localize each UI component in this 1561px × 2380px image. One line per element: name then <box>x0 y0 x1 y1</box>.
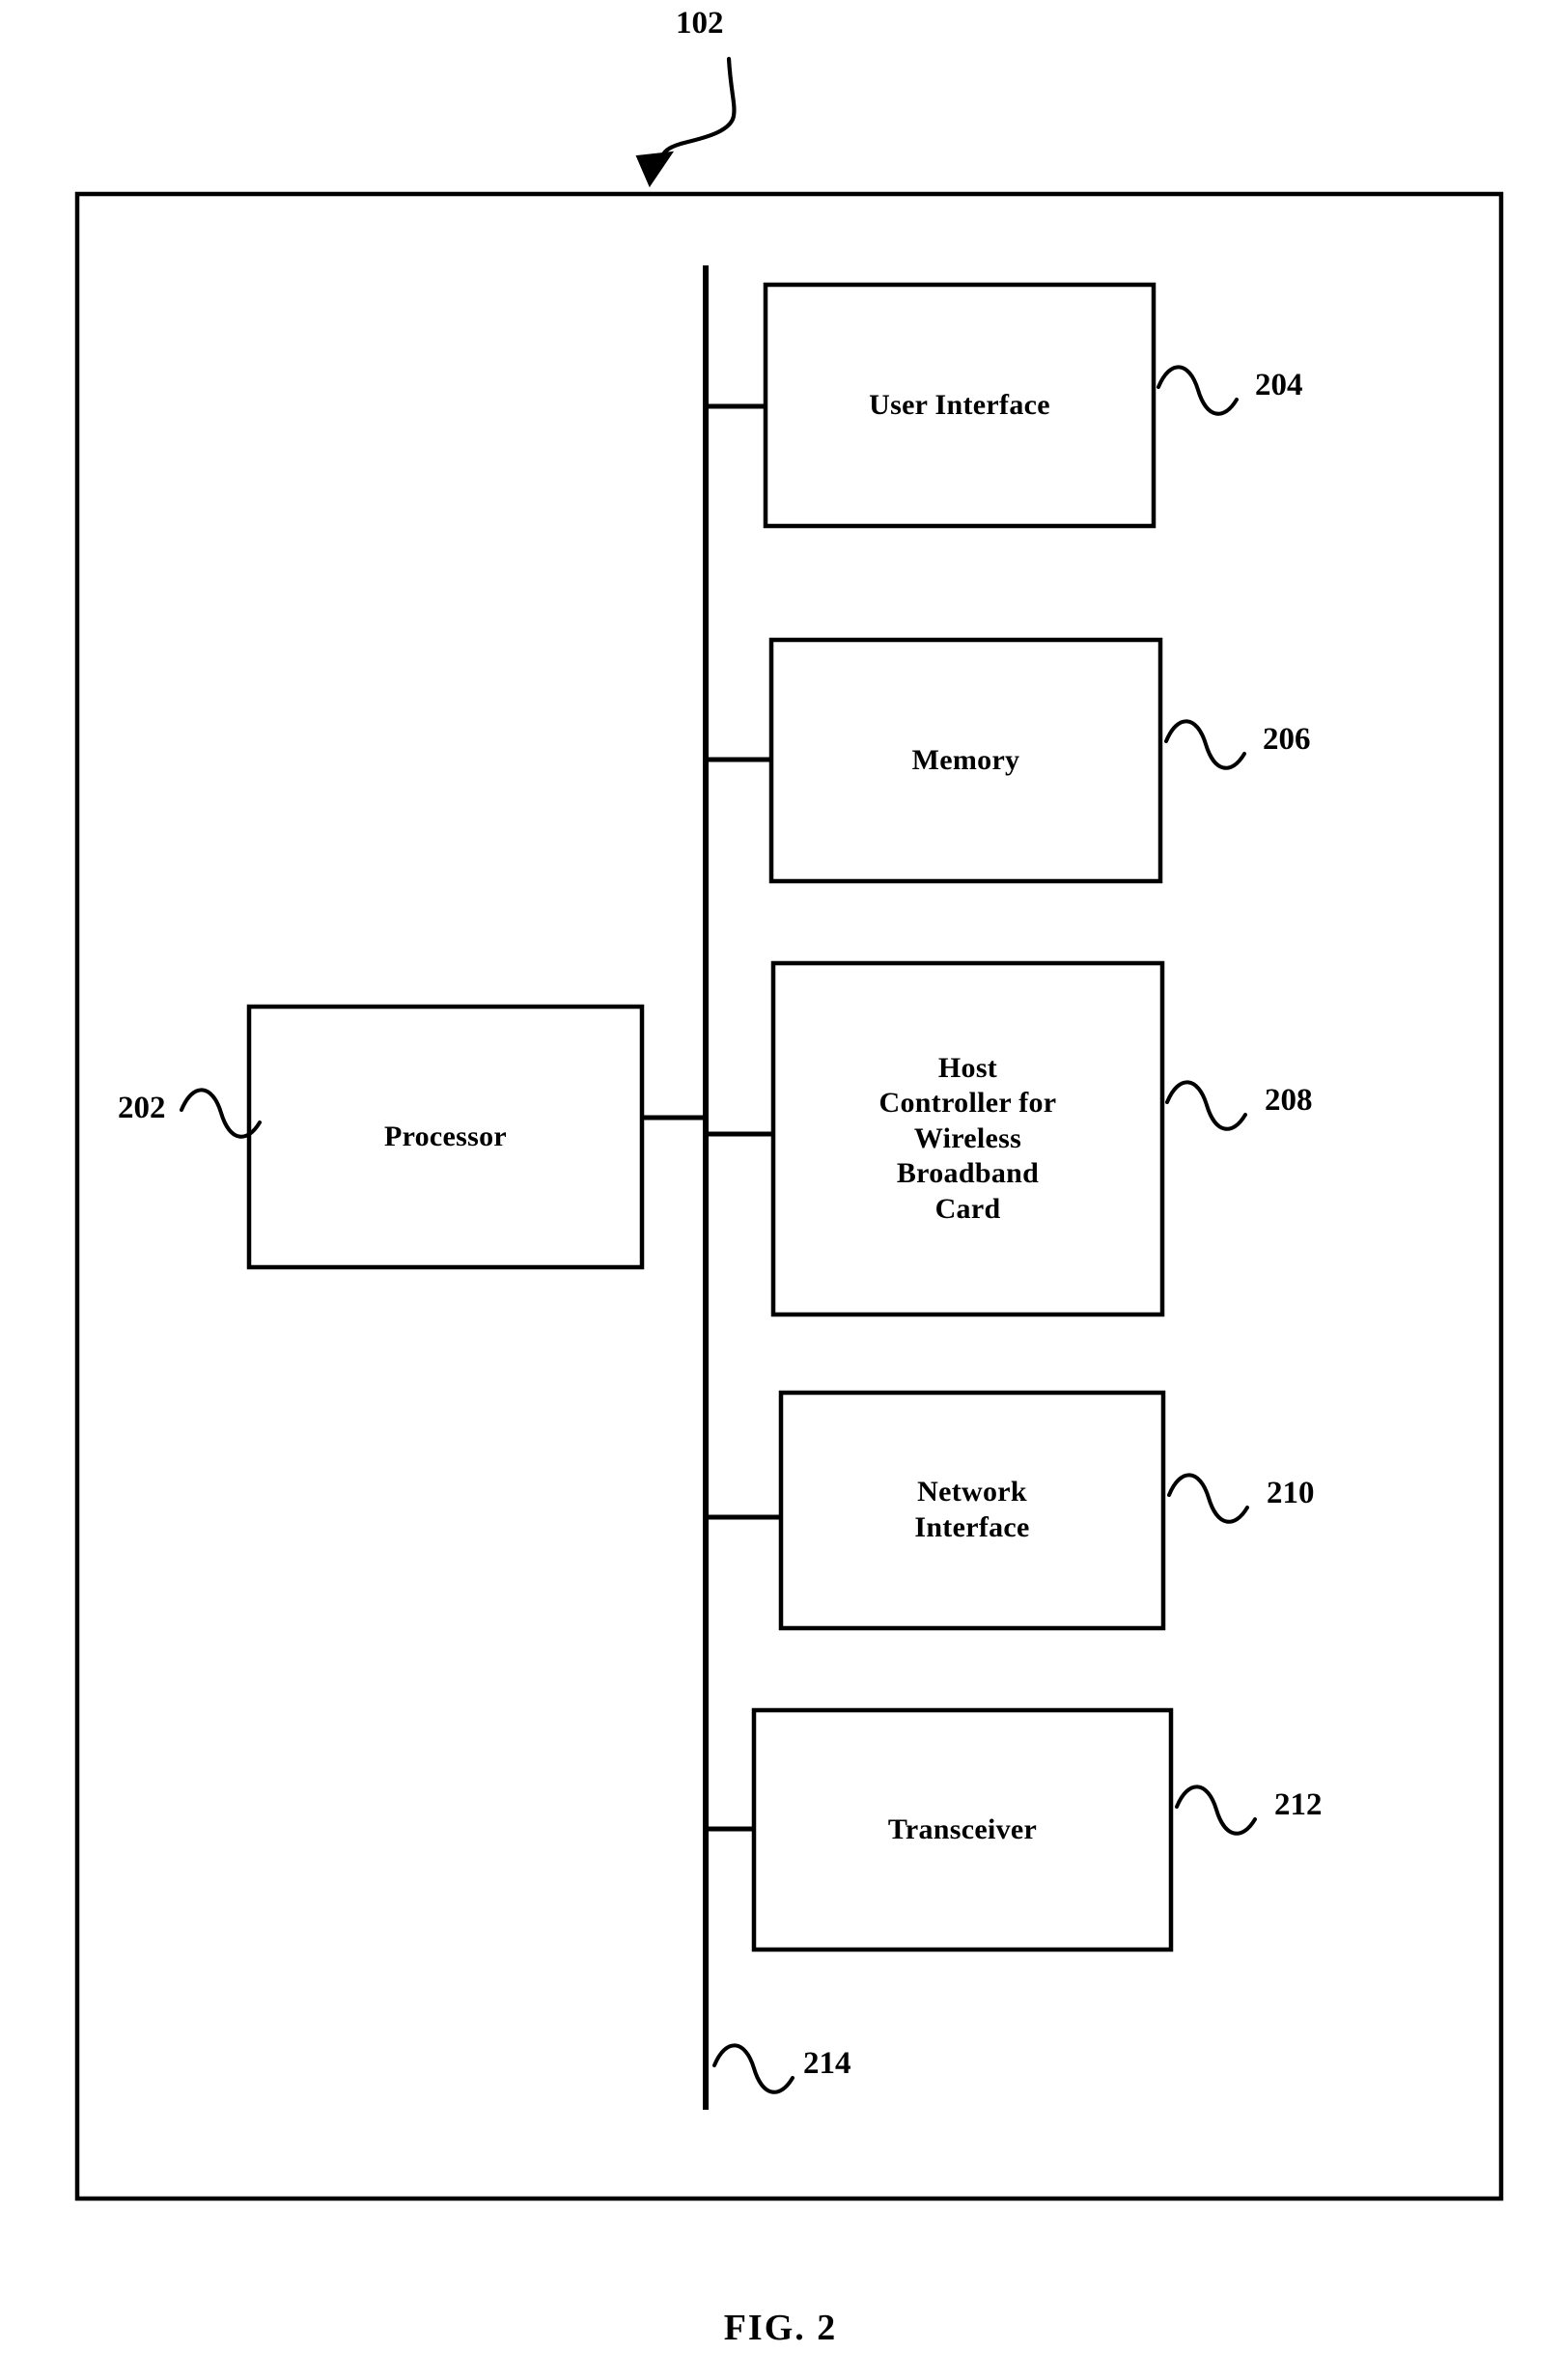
leader-squiggle-208 <box>1165 1080 1247 1131</box>
device-enclosure-box <box>74 191 1504 2201</box>
leader-squiggle-204 <box>1157 365 1239 416</box>
reference-numeral-212: 212 <box>1274 1787 1323 1822</box>
reference-numeral-214: 214 <box>803 2046 851 2081</box>
leader-squiggle-210 <box>1167 1473 1249 1524</box>
figure-caption: FIG. 2 <box>723 2308 838 2348</box>
block-user-interface <box>763 282 1157 529</box>
reference-numeral-210: 210 <box>1267 1476 1315 1510</box>
block-host-controller <box>770 960 1165 1317</box>
reference-leaders <box>180 365 1257 2094</box>
patent-figure-page: 102 User Interface Memory Host Controlle… <box>0 0 1561 2380</box>
leader-squiggle-212 <box>1175 1785 1257 1836</box>
lead-arrow-102 <box>635 56 737 188</box>
block-transceiver <box>751 1707 1174 1952</box>
reference-numeral-208: 208 <box>1265 1083 1313 1118</box>
leader-squiggle-214 <box>712 2043 794 2094</box>
block-memory <box>768 637 1163 884</box>
leader-squiggle-206 <box>1164 719 1246 770</box>
block-processor <box>246 1004 645 1270</box>
block-network-interface <box>778 1390 1166 1631</box>
reference-numeral-102: 102 <box>676 6 724 41</box>
figure-drawing <box>74 56 1504 2201</box>
reference-numeral-206: 206 <box>1263 722 1311 757</box>
reference-numeral-204: 204 <box>1255 368 1303 402</box>
reference-numeral-202: 202 <box>118 1091 166 1125</box>
